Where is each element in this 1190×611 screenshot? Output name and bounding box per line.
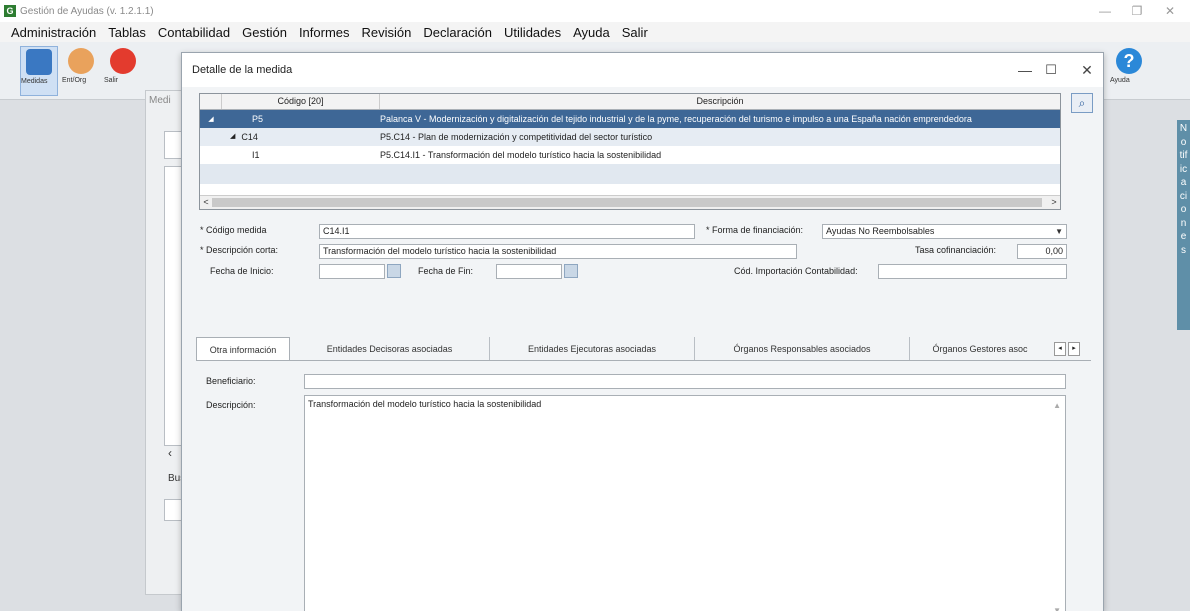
- app-title: Gestión de Ayudas (v. 1.2.1.1): [20, 5, 154, 17]
- medidas-tree-grid: Código [20] Descripción ◢ P5 Palanca V -…: [199, 93, 1061, 210]
- forma-financiacion-value: Ayudas No Reembolsables: [826, 226, 935, 236]
- tab-scroll-right-icon[interactable]: ▸: [1068, 342, 1080, 356]
- menu-revision[interactable]: Revisión: [356, 25, 418, 40]
- dialog-titlebar: Detalle de la medida — ☐ ✕: [182, 53, 1103, 87]
- expand-icon[interactable]: ◢: [230, 132, 235, 142]
- menu-tablas[interactable]: Tablas: [102, 25, 152, 40]
- menu-ayuda[interactable]: Ayuda: [567, 25, 616, 40]
- chevron-down-icon: ▼: [1055, 227, 1063, 236]
- grid-header: Código [20] Descripción: [200, 94, 1060, 110]
- grid-horizontal-scrollbar[interactable]: < >: [200, 195, 1060, 209]
- minimize-button[interactable]: —: [1090, 2, 1120, 20]
- row-desc: P5.C14.I1 - Transformación del modelo tu…: [380, 150, 662, 160]
- grid-header-code[interactable]: Código [20]: [222, 94, 380, 109]
- beneficiario-input[interactable]: [304, 374, 1066, 389]
- descripcion-corta-label: * Descripción corta:: [200, 245, 279, 255]
- ayuda-label: Ayuda: [1110, 77, 1130, 84]
- row-desc: Palanca V - Modernización y digitalizaci…: [380, 114, 972, 124]
- menu-salir[interactable]: Salir: [616, 25, 654, 40]
- grid-header-selector: [200, 94, 222, 109]
- table-row[interactable]: ◢ C14 P5.C14 - Plan de modernización y c…: [200, 128, 1060, 146]
- tab-organos-responsables[interactable]: Órganos Responsables asociados: [695, 337, 910, 361]
- row-code-cell: ◢ C14: [222, 132, 380, 142]
- medidas-label: Medidas: [21, 78, 48, 85]
- help-icon: ?: [1116, 48, 1142, 74]
- main-titlebar: G Gestión de Ayudas (v. 1.2.1.1) — ❐ ✕: [0, 0, 1190, 22]
- dialog-maximize-button[interactable]: ☐: [1038, 61, 1064, 79]
- notifications-label: Notificaciones: [1179, 123, 1188, 256]
- tab-otra-informacion[interactable]: Otra información: [196, 337, 290, 361]
- ent-org-button[interactable]: Ent/Org: [62, 46, 100, 96]
- background-scroll-arrow[interactable]: ‹: [168, 446, 172, 460]
- codigo-medida-label: * Código medida: [200, 225, 267, 235]
- menu-declaracion[interactable]: Declaración: [417, 25, 498, 40]
- dialog-title: Detalle de la medida: [192, 64, 293, 76]
- search-button[interactable]: ⌕: [1071, 93, 1093, 113]
- row-code: I1: [252, 150, 260, 160]
- fecha-fin-input[interactable]: [496, 264, 562, 279]
- dialog-minimize-button[interactable]: —: [1012, 61, 1038, 79]
- medidas-button[interactable]: Medidas: [20, 46, 58, 96]
- descripcion-corta-input[interactable]: Transformación del modelo turístico haci…: [319, 244, 797, 259]
- search-icon: ⌕: [1078, 96, 1086, 110]
- fecha-inicio-input[interactable]: [319, 264, 385, 279]
- table-row[interactable]: ◢ P5 Palanca V - Modernización y digital…: [200, 110, 1060, 128]
- scroll-right-button[interactable]: >: [1048, 196, 1060, 209]
- notifications-tab[interactable]: Notificaciones: [1177, 120, 1190, 330]
- background-panel-title: Medi: [149, 95, 171, 106]
- hierarchy-icon: [26, 49, 52, 75]
- row-desc: P5.C14 - Plan de modernización y competi…: [380, 132, 653, 142]
- descripcion-text: Transformación del modelo turístico haci…: [308, 399, 542, 409]
- descripcion-textarea[interactable]: Transformación del modelo turístico haci…: [304, 395, 1066, 611]
- expand-icon[interactable]: ◢: [200, 115, 222, 123]
- tab-panel-otra-informacion: Beneficiario: Descripción: Transformació…: [196, 360, 1091, 611]
- maximize-button[interactable]: ❐: [1122, 2, 1152, 20]
- fecha-fin-label: Fecha de Fin:: [418, 266, 474, 276]
- menu-gestion[interactable]: Gestión: [236, 25, 293, 40]
- tab-entidades-ejecutoras[interactable]: Entidades Ejecutoras asociadas: [490, 337, 695, 361]
- row-code: P5: [252, 114, 264, 124]
- power-icon: [110, 48, 136, 74]
- menu-bar: Administración Tablas Contabilidad Gesti…: [0, 22, 1190, 42]
- scroll-down-icon[interactable]: ▼: [1053, 604, 1061, 611]
- users-icon: [68, 48, 94, 74]
- dialog-body: Código [20] Descripción ◢ P5 Palanca V -…: [182, 87, 1103, 611]
- fecha-inicio-label: Fecha de Inicio:: [210, 266, 274, 276]
- tab-scroll-arrows: ◂ ▸: [1052, 337, 1080, 361]
- menu-utilidades[interactable]: Utilidades: [498, 25, 567, 40]
- forma-financiacion-label: * Forma de financiación:: [706, 225, 804, 235]
- forma-financiacion-select[interactable]: Ayudas No Reembolsables ▼: [822, 224, 1067, 239]
- medida-detail-dialog: Detalle de la medida — ☐ ✕ Código [20] D…: [181, 52, 1104, 611]
- scroll-thumb[interactable]: [212, 198, 1042, 207]
- grid-empty-area: [200, 164, 1060, 184]
- scroll-left-button[interactable]: <: [200, 196, 212, 209]
- tab-strip: Otra información Entidades Decisoras aso…: [196, 337, 1091, 361]
- salir-label: Salir: [104, 77, 119, 84]
- beneficiario-label: Beneficiario:: [206, 376, 256, 386]
- tab-organos-gestores[interactable]: Órganos Gestores asoc: [910, 337, 1050, 361]
- ent-org-label: Ent/Org: [62, 77, 87, 84]
- table-row[interactable]: I1 P5.C14.I1 - Transformación del modelo…: [200, 146, 1060, 164]
- cod-importacion-input[interactable]: [878, 264, 1067, 279]
- menu-administracion[interactable]: Administración: [5, 25, 102, 40]
- menu-informes[interactable]: Informes: [293, 25, 356, 40]
- scroll-up-icon[interactable]: ▲: [1053, 399, 1061, 412]
- ayuda-button[interactable]: ? Ayuda: [1110, 46, 1148, 96]
- fecha-inicio-calendar-icon[interactable]: [387, 264, 401, 278]
- descripcion-label: Descripción:: [206, 400, 256, 410]
- codigo-medida-input[interactable]: C14.I1: [319, 224, 695, 239]
- app-icon: G: [4, 5, 16, 17]
- cod-importacion-label: Cód. Importación Contabilidad:: [734, 266, 858, 276]
- tasa-cofinanciacion-input[interactable]: 0,00: [1017, 244, 1067, 259]
- tasa-cofinanciacion-label: Tasa cofinanciación:: [915, 245, 997, 255]
- salir-button[interactable]: Salir: [104, 46, 142, 96]
- row-code: C14: [241, 132, 258, 142]
- dialog-close-button[interactable]: ✕: [1074, 61, 1100, 79]
- close-button[interactable]: ✕: [1155, 2, 1185, 20]
- grid-header-desc[interactable]: Descripción: [380, 94, 1060, 109]
- tab-scroll-left-icon[interactable]: ◂: [1054, 342, 1066, 356]
- fecha-fin-calendar-icon[interactable]: [564, 264, 578, 278]
- tab-entidades-decisoras[interactable]: Entidades Decisoras asociadas: [290, 337, 490, 361]
- menu-contabilidad[interactable]: Contabilidad: [152, 25, 236, 40]
